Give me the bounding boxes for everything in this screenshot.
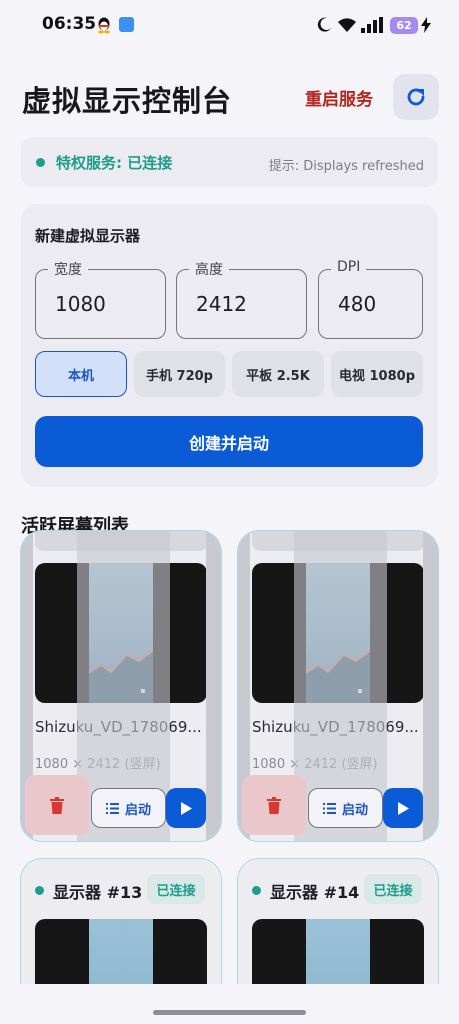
display-card: Shizuku_VD_178069... 1080 × 2412 (竖屏) 启动 bbox=[237, 530, 439, 842]
play-icon bbox=[398, 801, 409, 815]
height-value: 2412 bbox=[196, 292, 247, 316]
launch-app-button[interactable]: 启动 bbox=[91, 788, 166, 828]
status-dot bbox=[36, 158, 45, 167]
overlay-strip bbox=[423, 531, 438, 841]
list-icon bbox=[322, 802, 336, 814]
display-card: Shizuku_VD_178069... 1080 × 2412 (竖屏) 启动 bbox=[20, 530, 222, 842]
play-button[interactable] bbox=[166, 788, 206, 828]
connected-badge: 已连接 bbox=[147, 874, 205, 904]
refresh-button[interactable] bbox=[393, 74, 439, 120]
home-indicator[interactable] bbox=[153, 1010, 306, 1015]
list-icon bbox=[105, 802, 119, 814]
launch-label: 启动 bbox=[341, 802, 368, 818]
refresh-icon bbox=[407, 88, 425, 106]
wifi-icon bbox=[338, 18, 356, 32]
connected-dot bbox=[35, 886, 44, 895]
create-display-panel: 新建虚拟显示器 宽度 1080 高度 2412 DPI 480 本机 手机 72… bbox=[21, 204, 438, 487]
dpi-field[interactable]: DPI 480 bbox=[318, 259, 423, 339]
dpi-label: DPI bbox=[331, 259, 367, 275]
trash-icon bbox=[50, 796, 64, 814]
status-time: 06:35 bbox=[42, 14, 97, 34]
connected-badge: 已连接 bbox=[364, 874, 422, 904]
width-value: 1080 bbox=[55, 292, 106, 316]
trash-icon bbox=[267, 796, 281, 814]
width-field[interactable]: 宽度 1080 bbox=[35, 259, 166, 339]
moon-icon bbox=[317, 17, 331, 32]
service-status-card: 特权服务: 已连接 提示: Displays refreshed bbox=[21, 137, 438, 187]
delete-display-button[interactable] bbox=[242, 775, 306, 835]
width-label: 宽度 bbox=[48, 259, 88, 279]
play-icon bbox=[181, 801, 192, 815]
display-name: 显示器 #14 bbox=[270, 883, 360, 902]
bolt-icon bbox=[421, 17, 431, 33]
battery-icon: 62 bbox=[390, 17, 418, 34]
page-title: 虚拟显示控制台 bbox=[22, 84, 233, 118]
connected-dot bbox=[252, 886, 261, 895]
delete-display-button[interactable] bbox=[25, 775, 89, 835]
height-label: 高度 bbox=[189, 259, 229, 279]
navigation-bar bbox=[0, 984, 459, 1024]
preset-tablet-2-5k-button[interactable]: 平板 2.5K bbox=[232, 351, 324, 397]
display-name: 显示器 #13 bbox=[53, 883, 143, 902]
play-button[interactable] bbox=[383, 788, 423, 828]
height-field[interactable]: 高度 2412 bbox=[176, 259, 307, 339]
overlay-strip bbox=[206, 531, 221, 841]
app-icon bbox=[119, 17, 134, 32]
dpi-value: 480 bbox=[338, 292, 377, 316]
launch-label: 启动 bbox=[124, 802, 151, 818]
signal-icon bbox=[361, 17, 383, 33]
preset-tv-1080p-button[interactable]: 电视 1080p bbox=[331, 351, 423, 397]
status-bar: 06:35 62 bbox=[0, 0, 459, 52]
preset-phone-720p-button[interactable]: 手机 720p bbox=[134, 351, 225, 397]
qq-icon bbox=[98, 17, 110, 34]
service-status-text: 特权服务: 已连接 bbox=[56, 154, 173, 172]
restart-service-button[interactable]: 重启服务 bbox=[305, 85, 373, 110]
create-and-start-button[interactable]: 创建并启动 bbox=[35, 416, 423, 467]
preset-native-button[interactable]: 本机 bbox=[35, 351, 127, 397]
status-hint: 提示: Displays refreshed bbox=[268, 159, 424, 174]
launch-app-button[interactable]: 启动 bbox=[308, 788, 383, 828]
create-panel-title: 新建虚拟显示器 bbox=[35, 227, 141, 245]
